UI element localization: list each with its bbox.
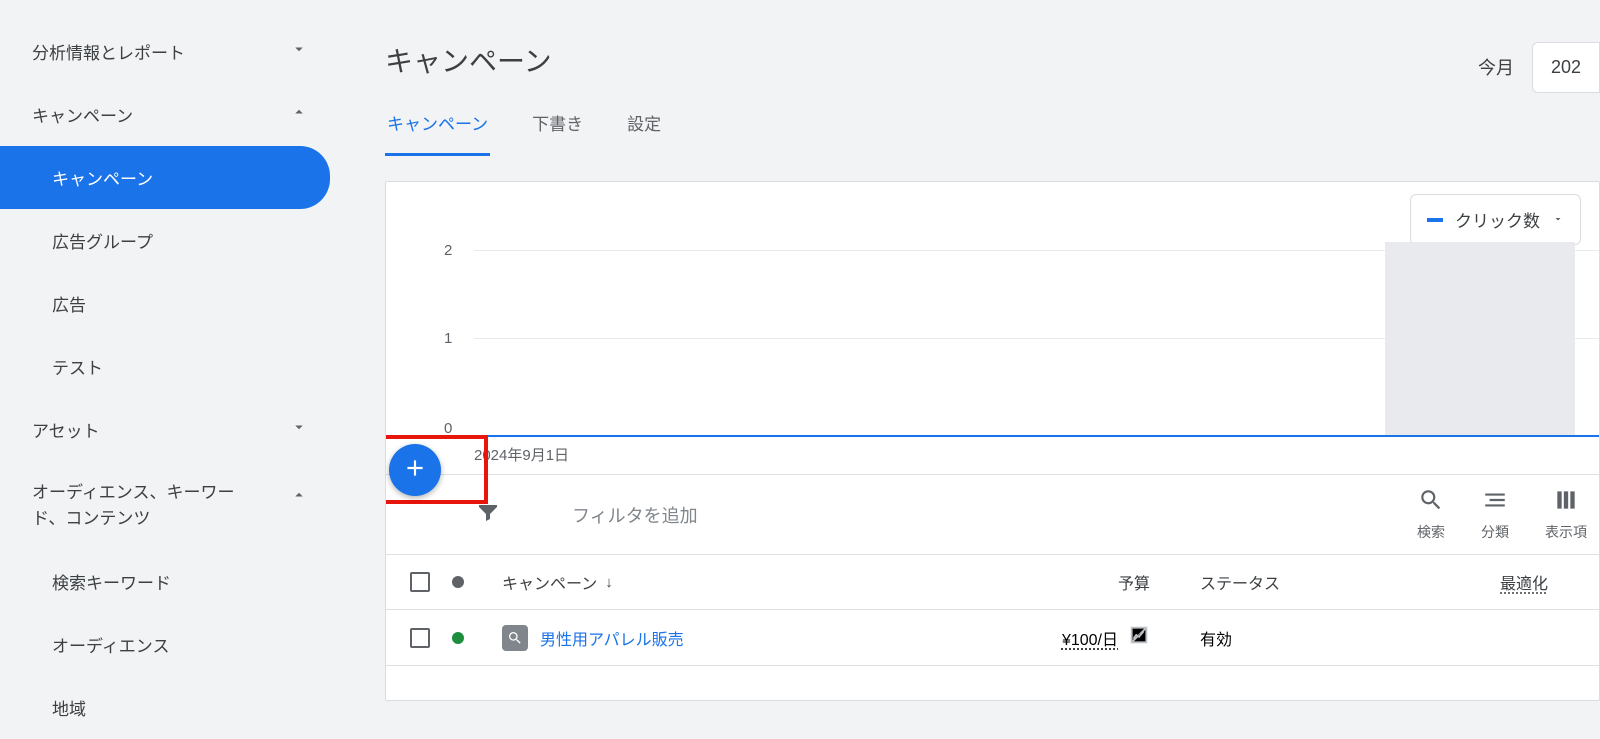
- main-content: キャンペーン 今月 202 キャンペーン 下書き 設定 クリック数 2 1 0 …: [385, 0, 1600, 714]
- date-range-picker: 今月 202: [1460, 40, 1600, 94]
- filter-placeholder[interactable]: フィルタを追加: [572, 502, 698, 528]
- campaign-type-search-icon: [502, 625, 528, 651]
- sidebar-section-label: キャンペーン: [32, 102, 133, 127]
- tool-label: 分類: [1481, 522, 1509, 542]
- y-tick: 1: [444, 330, 452, 347]
- cell-budget[interactable]: ¥100/日: [900, 624, 1180, 651]
- sidebar-item-ads[interactable]: 広告: [0, 272, 340, 335]
- segment-icon: [1482, 487, 1508, 516]
- tab-label: 下書き: [532, 115, 583, 134]
- search-icon: [1418, 487, 1444, 516]
- gridline: [474, 250, 1599, 251]
- sidebar-item-tests[interactable]: テスト: [0, 335, 340, 398]
- sidebar-section-label: オーディエンス、キーワード、コンテンツ: [32, 480, 262, 531]
- page-title: キャンペーン: [385, 0, 1600, 110]
- sidebar-item-label: キャンペーン: [52, 165, 153, 190]
- date-range-button[interactable]: 202: [1532, 42, 1600, 93]
- budget-value: ¥100/日: [1062, 626, 1118, 650]
- sidebar-item-label: テスト: [52, 354, 103, 379]
- column-header-name[interactable]: キャンペーン ↓: [480, 570, 900, 594]
- tab-bar: キャンペーン 下書き 設定: [385, 110, 1600, 157]
- caret-down-icon: [1552, 210, 1564, 230]
- row-checkbox[interactable]: [410, 628, 430, 648]
- metric-label: クリック数: [1455, 207, 1540, 232]
- sidebar-item-label: 広告グループ: [52, 228, 153, 253]
- status-indicator-icon: [452, 632, 464, 644]
- sidebar-item-label: 検索キーワード: [52, 569, 171, 594]
- date-preset-label[interactable]: 今月: [1460, 40, 1532, 94]
- table-row: 男性用アパレル販売 ¥100/日 有効: [386, 610, 1599, 666]
- sort-descending-icon: ↓: [605, 574, 613, 591]
- sidebar-section-audiences[interactable]: オーディエンス、キーワード、コンテンツ: [0, 461, 340, 550]
- segment-button[interactable]: 分類: [1481, 487, 1509, 542]
- gridline: [474, 338, 1599, 339]
- tab-label: 設定: [627, 115, 661, 134]
- sidebar-section-assets[interactable]: アセット: [0, 398, 340, 461]
- sidebar-section-insights[interactable]: 分析情報とレポート: [0, 20, 340, 83]
- search-button[interactable]: 検索: [1417, 487, 1445, 542]
- tool-label: 検索: [1417, 522, 1445, 542]
- y-tick: 2: [444, 242, 452, 259]
- header-label: ステータス: [1200, 576, 1280, 593]
- tab-campaigns[interactable]: キャンペーン: [385, 110, 490, 156]
- sidebar-item-search-keywords[interactable]: 検索キーワード: [0, 550, 340, 613]
- sidebar-item-label: 地域: [52, 695, 86, 720]
- chart-metric-dropdown[interactable]: クリック数: [1410, 194, 1581, 245]
- header-label: 最適化: [1500, 576, 1548, 593]
- header-label: 予算: [1118, 570, 1150, 594]
- select-all-checkbox[interactable]: [410, 572, 430, 592]
- chart-baseline: [474, 435, 1599, 437]
- cell-status: 有効: [1180, 626, 1480, 650]
- tab-settings[interactable]: 設定: [625, 110, 663, 156]
- status-text: 有効: [1200, 632, 1232, 649]
- sidebar-section-label: アセット: [32, 417, 100, 442]
- chart-future-shade: [1385, 242, 1575, 437]
- toolbar-actions: 検索 分類 表示項: [1417, 475, 1599, 554]
- column-header-optimization[interactable]: 最適化: [1480, 570, 1599, 594]
- series-color-icon: [1427, 218, 1443, 222]
- table-toolbar: フィルタを追加 検索 分類 表示項: [386, 474, 1599, 554]
- column-header-budget[interactable]: 予算: [900, 570, 1180, 594]
- sidebar-item-audiences[interactable]: オーディエンス: [0, 613, 340, 676]
- campaign-name-link[interactable]: 男性用アパレル販売: [540, 626, 684, 650]
- line-chart: 2 1 0 2024年9月1日: [426, 242, 1599, 462]
- status-filter-dot[interactable]: [452, 576, 464, 588]
- columns-button[interactable]: 表示項: [1545, 487, 1587, 542]
- add-campaign-button[interactable]: [389, 444, 441, 496]
- tool-label: 表示項: [1545, 522, 1587, 542]
- cell-campaign-name: 男性用アパレル販売: [480, 625, 900, 651]
- sidebar-item-adgroups[interactable]: 広告グループ: [0, 209, 340, 272]
- filter-icon[interactable]: [476, 500, 500, 529]
- left-sidebar: 分析情報とレポート キャンペーン キャンペーン 広告グループ 広告 テスト アセ…: [0, 0, 340, 714]
- content-card: クリック数 2 1 0 2024年9月1日 フィルタを追加 検: [385, 181, 1600, 701]
- tab-drafts[interactable]: 下書き: [530, 110, 585, 156]
- tab-label: キャンペーン: [387, 115, 488, 134]
- sidebar-item-campaigns[interactable]: キャンペーン: [0, 146, 330, 209]
- chevron-up-icon: [290, 103, 308, 126]
- sidebar-section-campaigns[interactable]: キャンペーン: [0, 83, 340, 146]
- sidebar-section-label: 分析情報とレポート: [32, 39, 185, 64]
- budget-simulator-disabled-icon: [1128, 624, 1150, 651]
- chevron-down-icon: [290, 40, 308, 63]
- column-header-status[interactable]: ステータス: [1180, 570, 1480, 594]
- sidebar-item-locations[interactable]: 地域: [0, 676, 340, 739]
- chevron-down-icon: [290, 418, 308, 441]
- chevron-up-icon: [290, 486, 308, 509]
- columns-icon: [1553, 487, 1579, 516]
- x-tick: 2024年9月1日: [474, 444, 569, 465]
- header-label: キャンペーン: [502, 570, 597, 594]
- table-header: キャンペーン ↓ 予算 ステータス 最適化: [386, 554, 1599, 610]
- plus-icon: [402, 455, 428, 486]
- sidebar-item-label: オーディエンス: [52, 632, 169, 657]
- sidebar-item-label: 広告: [52, 291, 86, 316]
